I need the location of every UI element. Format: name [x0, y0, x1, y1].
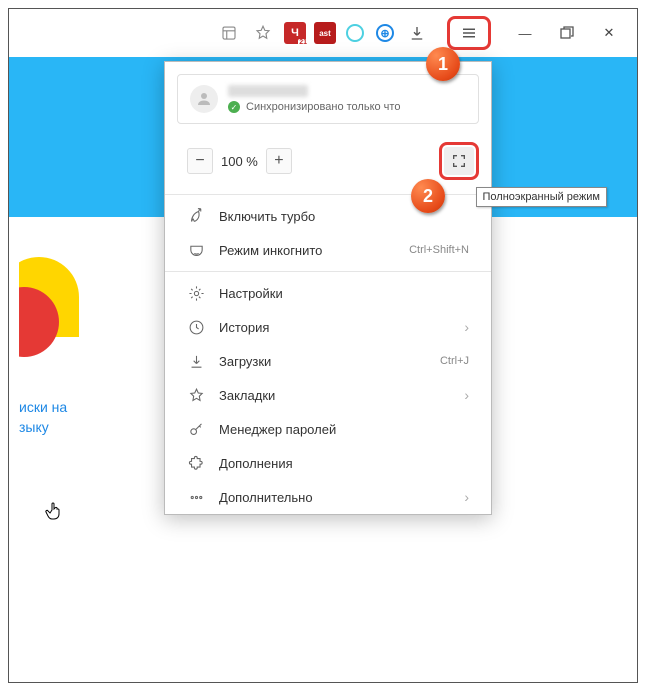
extension-3-icon[interactable] — [344, 22, 366, 44]
mask-icon — [187, 241, 205, 259]
fullscreen-highlight — [439, 142, 479, 180]
history-icon — [187, 318, 205, 336]
ext-1-label: Ч — [291, 27, 299, 39]
menu-label: Режим инкогнито — [219, 243, 322, 258]
puzzle-icon — [187, 454, 205, 472]
extension-2-icon[interactable]: ast — [314, 22, 336, 44]
ext-2-label: ast — [319, 29, 331, 38]
downloads-icon[interactable] — [401, 17, 433, 49]
menu-item-bookmarks[interactable]: Закладки › — [165, 378, 491, 412]
menu-label: Дополнительно — [219, 490, 313, 505]
fullscreen-tooltip: Полноэкранный режим — [476, 187, 608, 207]
zoom-in-button[interactable]: + — [266, 148, 292, 174]
window-close-button[interactable]: ✕ — [589, 17, 629, 49]
menu-item-downloads[interactable]: Загрузки Ctrl+J — [165, 344, 491, 378]
menu-item-passwords[interactable]: Менеджер паролей — [165, 412, 491, 446]
fullscreen-button[interactable] — [444, 147, 474, 175]
gear-icon — [187, 284, 205, 302]
left-thumbnail: scribe — [19, 257, 89, 397]
tabs-grid-icon[interactable] — [213, 17, 245, 49]
sync-account-box[interactable]: ✓ Синхронизировано только что — [177, 74, 479, 124]
menu-item-advanced[interactable]: Дополнительно › — [165, 480, 491, 514]
ext-1-badge: 21 — [298, 39, 308, 46]
menu-label: Дополнения — [219, 456, 293, 471]
shortcut-text: Ctrl+Shift+N — [409, 244, 469, 256]
zoom-value: 100 % — [221, 154, 258, 169]
callout-2: 2 — [411, 179, 445, 213]
menu-label: Настройки — [219, 286, 283, 301]
shortcut-text: Ctrl+J — [440, 355, 469, 367]
avatar-icon — [190, 85, 218, 113]
window-minimize-button[interactable]: — — [505, 17, 545, 49]
menu-item-settings[interactable]: Настройки — [165, 276, 491, 310]
menu-item-incognito[interactable]: Режим инкогнито Ctrl+Shift+N — [165, 233, 491, 267]
rocket-icon — [187, 207, 205, 225]
dots-icon — [187, 488, 205, 506]
menu-label: Загрузки — [219, 354, 271, 369]
extension-4-icon[interactable]: ⊕ — [374, 22, 396, 44]
menu-button-highlight — [447, 16, 491, 50]
star-icon — [187, 386, 205, 404]
main-menu-dropdown: ✓ Синхронизировано только что − 100 % + … — [164, 61, 492, 515]
cursor-hand-icon — [43, 499, 67, 523]
account-name-blurred — [228, 85, 308, 97]
download-icon — [187, 352, 205, 370]
menu-label: Включить турбо — [219, 209, 315, 224]
key-icon — [187, 420, 205, 438]
browser-toolbar: Ч 21 ast ⊕ — ✕ — [9, 9, 637, 57]
hamburger-menu-button[interactable] — [456, 21, 482, 45]
window-maximize-button[interactable] — [547, 17, 587, 49]
sync-check-icon: ✓ — [228, 101, 240, 113]
menu-label: История — [219, 320, 269, 335]
chevron-right-icon: › — [464, 489, 469, 505]
extension-1-icon[interactable]: Ч 21 — [284, 22, 306, 44]
chevron-right-icon: › — [464, 387, 469, 403]
menu-item-addons[interactable]: Дополнения — [165, 446, 491, 480]
bookmark-star-icon[interactable] — [247, 17, 279, 49]
menu-label: Закладки — [219, 388, 275, 403]
menu-item-history[interactable]: История › — [165, 310, 491, 344]
chevron-right-icon: › — [464, 319, 469, 335]
zoom-out-button[interactable]: − — [187, 148, 213, 174]
left-caption[interactable]: иски на зыку — [19, 397, 89, 437]
sync-status-text: Синхронизировано только что — [246, 101, 400, 113]
zoom-row: − 100 % + — [165, 136, 491, 190]
menu-label: Менеджер паролей — [219, 422, 336, 437]
callout-1: 1 — [426, 47, 460, 81]
